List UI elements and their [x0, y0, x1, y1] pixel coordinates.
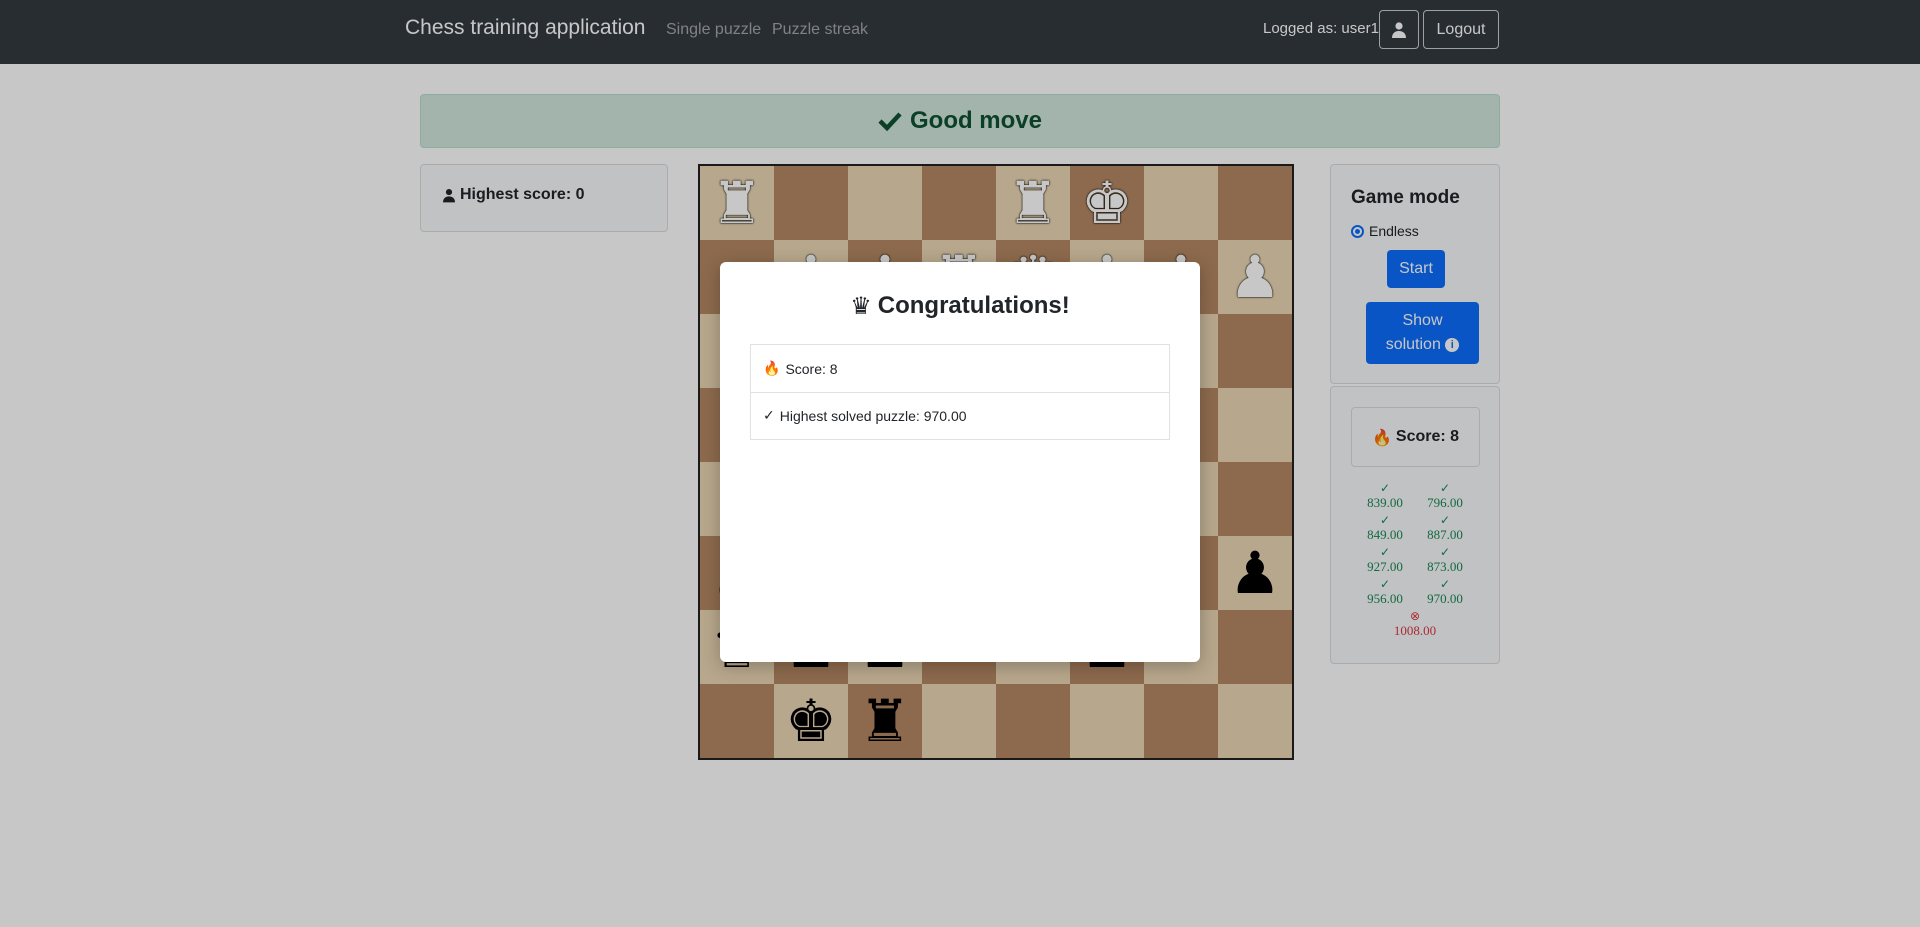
fire-icon: 🔥: [763, 360, 781, 377]
modal-stats-list: 🔥 Score: 8 ✓ Highest solved puzzle: 970.…: [750, 344, 1170, 440]
modal-title: ♛ Congratulations!: [720, 292, 1200, 320]
modal-title-text: Congratulations!: [877, 292, 1070, 319]
modal-score-item: 🔥 Score: 8: [751, 345, 1169, 392]
modal-score: Score: 8: [785, 360, 838, 377]
congratulations-modal: ♛ Congratulations! 🔥 Score: 8 ✓ Highest …: [720, 262, 1200, 662]
check-circle-icon: ✓: [763, 408, 775, 424]
modal-highest-item: ✓ Highest solved puzzle: 970.00: [751, 392, 1169, 439]
modal-highest: Highest solved puzzle: 970.00: [779, 408, 967, 424]
crown-icon: ♛: [850, 292, 872, 320]
